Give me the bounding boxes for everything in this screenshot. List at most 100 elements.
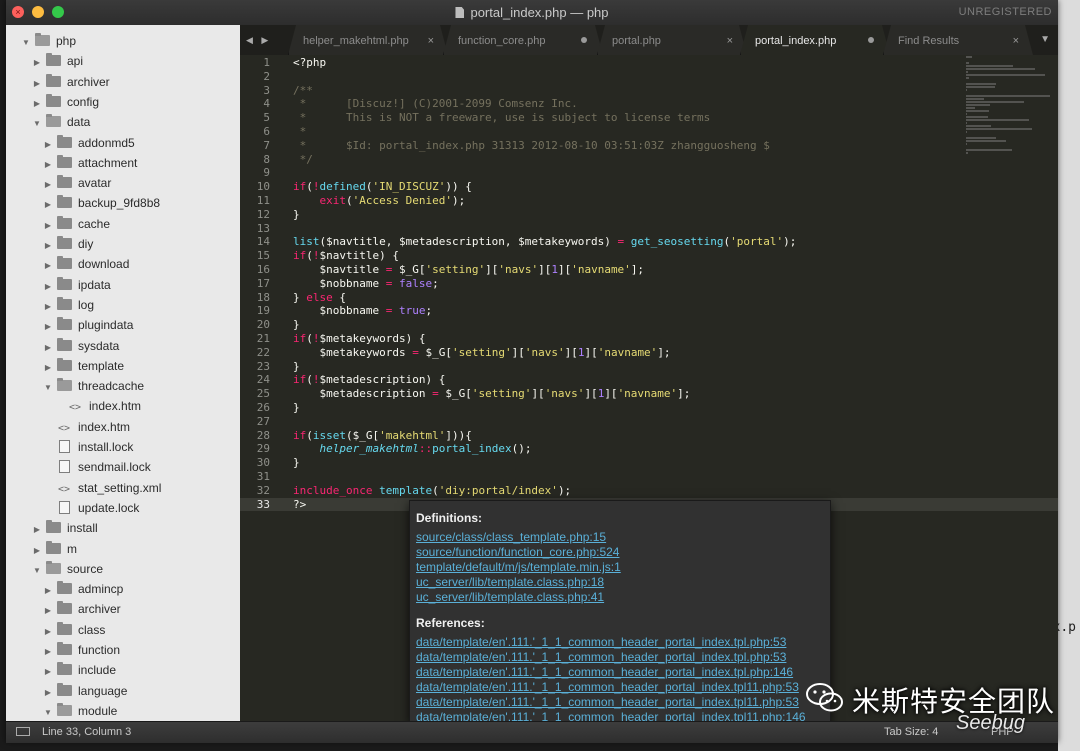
reference-link[interactable]: data/template/en'.111.'_1_1_common_heade… bbox=[416, 665, 793, 679]
sidebar-item[interactable]: ▶ ipdata bbox=[6, 275, 111, 295]
reference-link[interactable]: data/template/en'.111.'_1_1_common_heade… bbox=[416, 635, 786, 649]
code-line[interactable]: } bbox=[293, 208, 300, 222]
sidebar-item[interactable]: ▶ avatar bbox=[6, 173, 111, 193]
reference-link[interactable]: data/template/en'.111.'_1_1_common_heade… bbox=[416, 695, 799, 709]
code-line[interactable]: } bbox=[293, 401, 300, 415]
code-line[interactable]: exit('Access Denied'); bbox=[293, 194, 466, 208]
disclosure-closed-icon[interactable]: ▶ bbox=[31, 541, 43, 561]
sidebar-item[interactable]: ▶ m bbox=[6, 539, 77, 559]
code-line[interactable]: if(!$metadescription) { bbox=[293, 373, 445, 387]
code-editor[interactable]: <?php /** * [Discuz!] (C)2001-2099 Comsen… bbox=[240, 55, 1058, 721]
code-line[interactable]: * This is NOT a freeware, use is subject… bbox=[293, 111, 711, 125]
disclosure-open-icon[interactable]: ▼ bbox=[42, 703, 54, 721]
disclosure-closed-icon[interactable]: ▶ bbox=[42, 581, 54, 601]
disclosure-open-icon[interactable]: ▼ bbox=[20, 33, 32, 53]
definition-link[interactable]: uc_server/lib/template.class.php:41 bbox=[416, 590, 604, 604]
disclosure-closed-icon[interactable]: ▶ bbox=[42, 622, 54, 642]
definition-link[interactable]: source/class/class_template.php:15 bbox=[416, 530, 606, 544]
disclosure-closed-icon[interactable]: ▶ bbox=[31, 53, 43, 73]
disclosure-closed-icon[interactable]: ▶ bbox=[42, 175, 54, 195]
code-line[interactable]: $metadescription = $_G['setting']['navs'… bbox=[293, 387, 690, 401]
sidebar-item[interactable]: ▶ sysdata bbox=[6, 336, 119, 356]
sidebar-item[interactable]: ▶ admincp bbox=[6, 579, 123, 599]
code-line[interactable]: $metakeywords = $_G['setting']['navs'][1… bbox=[293, 346, 670, 360]
disclosure-closed-icon[interactable]: ▶ bbox=[42, 277, 54, 297]
code-line[interactable]: ?> bbox=[293, 498, 306, 512]
sidebar-item[interactable]: ▶ class bbox=[6, 620, 105, 640]
editor-tab[interactable]: portal.php × bbox=[597, 25, 747, 55]
sidebar-item[interactable]: ▼ module bbox=[6, 701, 117, 721]
editor-tab[interactable]: function_core.php bbox=[443, 25, 603, 55]
disclosure-closed-icon[interactable]: ▶ bbox=[42, 683, 54, 703]
unsaved-dot-icon[interactable] bbox=[581, 37, 587, 43]
disclosure-closed-icon[interactable]: ▶ bbox=[42, 236, 54, 256]
disclosure-closed-icon[interactable]: ▶ bbox=[42, 601, 54, 621]
disclosure-closed-icon[interactable]: ▶ bbox=[42, 155, 54, 175]
sidebar-item[interactable]: ▶ include bbox=[6, 660, 116, 680]
sidebar-item[interactable]: <> index.htm bbox=[6, 396, 141, 416]
code-line[interactable]: list($navtitle, $metadescription, $metak… bbox=[293, 235, 796, 249]
sidebar-item[interactable]: ▶ config bbox=[6, 92, 99, 112]
code-line[interactable]: helper_makehtml::portal_index(); bbox=[293, 442, 532, 456]
sidebar-item[interactable]: ▶ template bbox=[6, 356, 124, 376]
code-line[interactable]: */ bbox=[293, 153, 313, 167]
code-line[interactable]: /** bbox=[293, 84, 313, 98]
sidebar-item[interactable]: ▶ download bbox=[6, 254, 129, 274]
sidebar-item[interactable]: ▼ source bbox=[6, 559, 103, 579]
code-line[interactable]: if(!$metakeywords) { bbox=[293, 332, 425, 346]
editor-tab[interactable]: portal_index.php bbox=[740, 25, 890, 55]
sidebar-item[interactable]: ▶ install bbox=[6, 518, 98, 538]
reference-link[interactable]: data/template/en'.111.'_1_1_common_heade… bbox=[416, 650, 786, 664]
code-line[interactable]: } bbox=[293, 360, 300, 374]
sidebar-item[interactable]: <> index.htm bbox=[6, 417, 130, 437]
disclosure-open-icon[interactable]: ▼ bbox=[31, 561, 43, 581]
disclosure-closed-icon[interactable]: ▶ bbox=[42, 338, 54, 358]
disclosure-closed-icon[interactable]: ▶ bbox=[42, 135, 54, 155]
sidebar-item[interactable]: ▶ cache bbox=[6, 214, 110, 234]
code-line[interactable]: } bbox=[293, 318, 300, 332]
sidebar-item[interactable]: ▼ php bbox=[6, 31, 76, 51]
code-line[interactable]: $navtitle = $_G['setting']['navs'][1]['n… bbox=[293, 263, 644, 277]
code-line[interactable]: if(!defined('IN_DISCUZ')) { bbox=[293, 180, 472, 194]
sidebar-item[interactable]: ▶ attachment bbox=[6, 153, 137, 173]
editor-tab[interactable]: helper_makehtml.php × bbox=[288, 25, 448, 55]
sidebar-item[interactable]: ▶ backup_9fd8b8 bbox=[6, 193, 160, 213]
disclosure-closed-icon[interactable]: ▶ bbox=[42, 358, 54, 378]
code-line[interactable]: } else { bbox=[293, 291, 346, 305]
code-line[interactable]: * [Discuz!] (C)2001-2099 Comsenz Inc. bbox=[293, 97, 578, 111]
sidebar-item[interactable]: ▼ data bbox=[6, 112, 90, 132]
disclosure-closed-icon[interactable]: ▶ bbox=[42, 662, 54, 682]
unsaved-dot-icon[interactable] bbox=[868, 37, 874, 43]
sidebar-item[interactable]: ▶ api bbox=[6, 51, 83, 71]
disclosure-open-icon[interactable]: ▼ bbox=[42, 378, 54, 398]
sidebar-item[interactable]: ▶ addonmd5 bbox=[6, 133, 135, 153]
tab-menu-chevron-icon[interactable]: ▼ bbox=[1040, 25, 1050, 55]
sidebar-item[interactable]: ▶ language bbox=[6, 681, 127, 701]
code-line[interactable]: if(isset($_G['makehtml'])){ bbox=[293, 429, 472, 443]
reference-link[interactable]: data/template/en'.111.'_1_1_common_heade… bbox=[416, 680, 799, 694]
close-tab-icon[interactable]: × bbox=[727, 25, 733, 57]
sidebar-item[interactable]: ▶ archiver bbox=[6, 72, 110, 92]
monitor-icon[interactable] bbox=[16, 727, 30, 736]
disclosure-closed-icon[interactable]: ▶ bbox=[31, 94, 43, 114]
sidebar-item[interactable]: install.lock bbox=[6, 437, 133, 457]
sidebar-item[interactable]: ▶ archiver bbox=[6, 599, 121, 619]
disclosure-closed-icon[interactable]: ▶ bbox=[42, 195, 54, 215]
code-line[interactable]: include_once template('diy:portal/index'… bbox=[293, 484, 571, 498]
disclosure-closed-icon[interactable]: ▶ bbox=[42, 642, 54, 662]
sidebar-item[interactable]: update.lock bbox=[6, 498, 139, 518]
reference-link[interactable]: data/template/en'.111.'_1_1_common_heade… bbox=[416, 710, 806, 721]
code-line[interactable]: * bbox=[293, 125, 307, 139]
disclosure-closed-icon[interactable]: ▶ bbox=[31, 520, 43, 540]
close-tab-icon[interactable]: × bbox=[1013, 25, 1019, 57]
sidebar-item[interactable]: ▼ threadcache bbox=[6, 376, 144, 396]
code-line[interactable]: <?php bbox=[293, 56, 326, 70]
sidebar-item[interactable]: ▶ diy bbox=[6, 234, 93, 254]
disclosure-closed-icon[interactable]: ▶ bbox=[31, 74, 43, 94]
sidebar-item[interactable]: ▶ plugindata bbox=[6, 315, 133, 335]
definition-link[interactable]: source/function/function_core.php:524 bbox=[416, 545, 619, 559]
disclosure-open-icon[interactable]: ▼ bbox=[31, 114, 43, 134]
minimap[interactable] bbox=[966, 55, 1054, 154]
close-tab-icon[interactable]: × bbox=[428, 25, 434, 57]
code-line[interactable]: $nobbname = true; bbox=[293, 304, 432, 318]
